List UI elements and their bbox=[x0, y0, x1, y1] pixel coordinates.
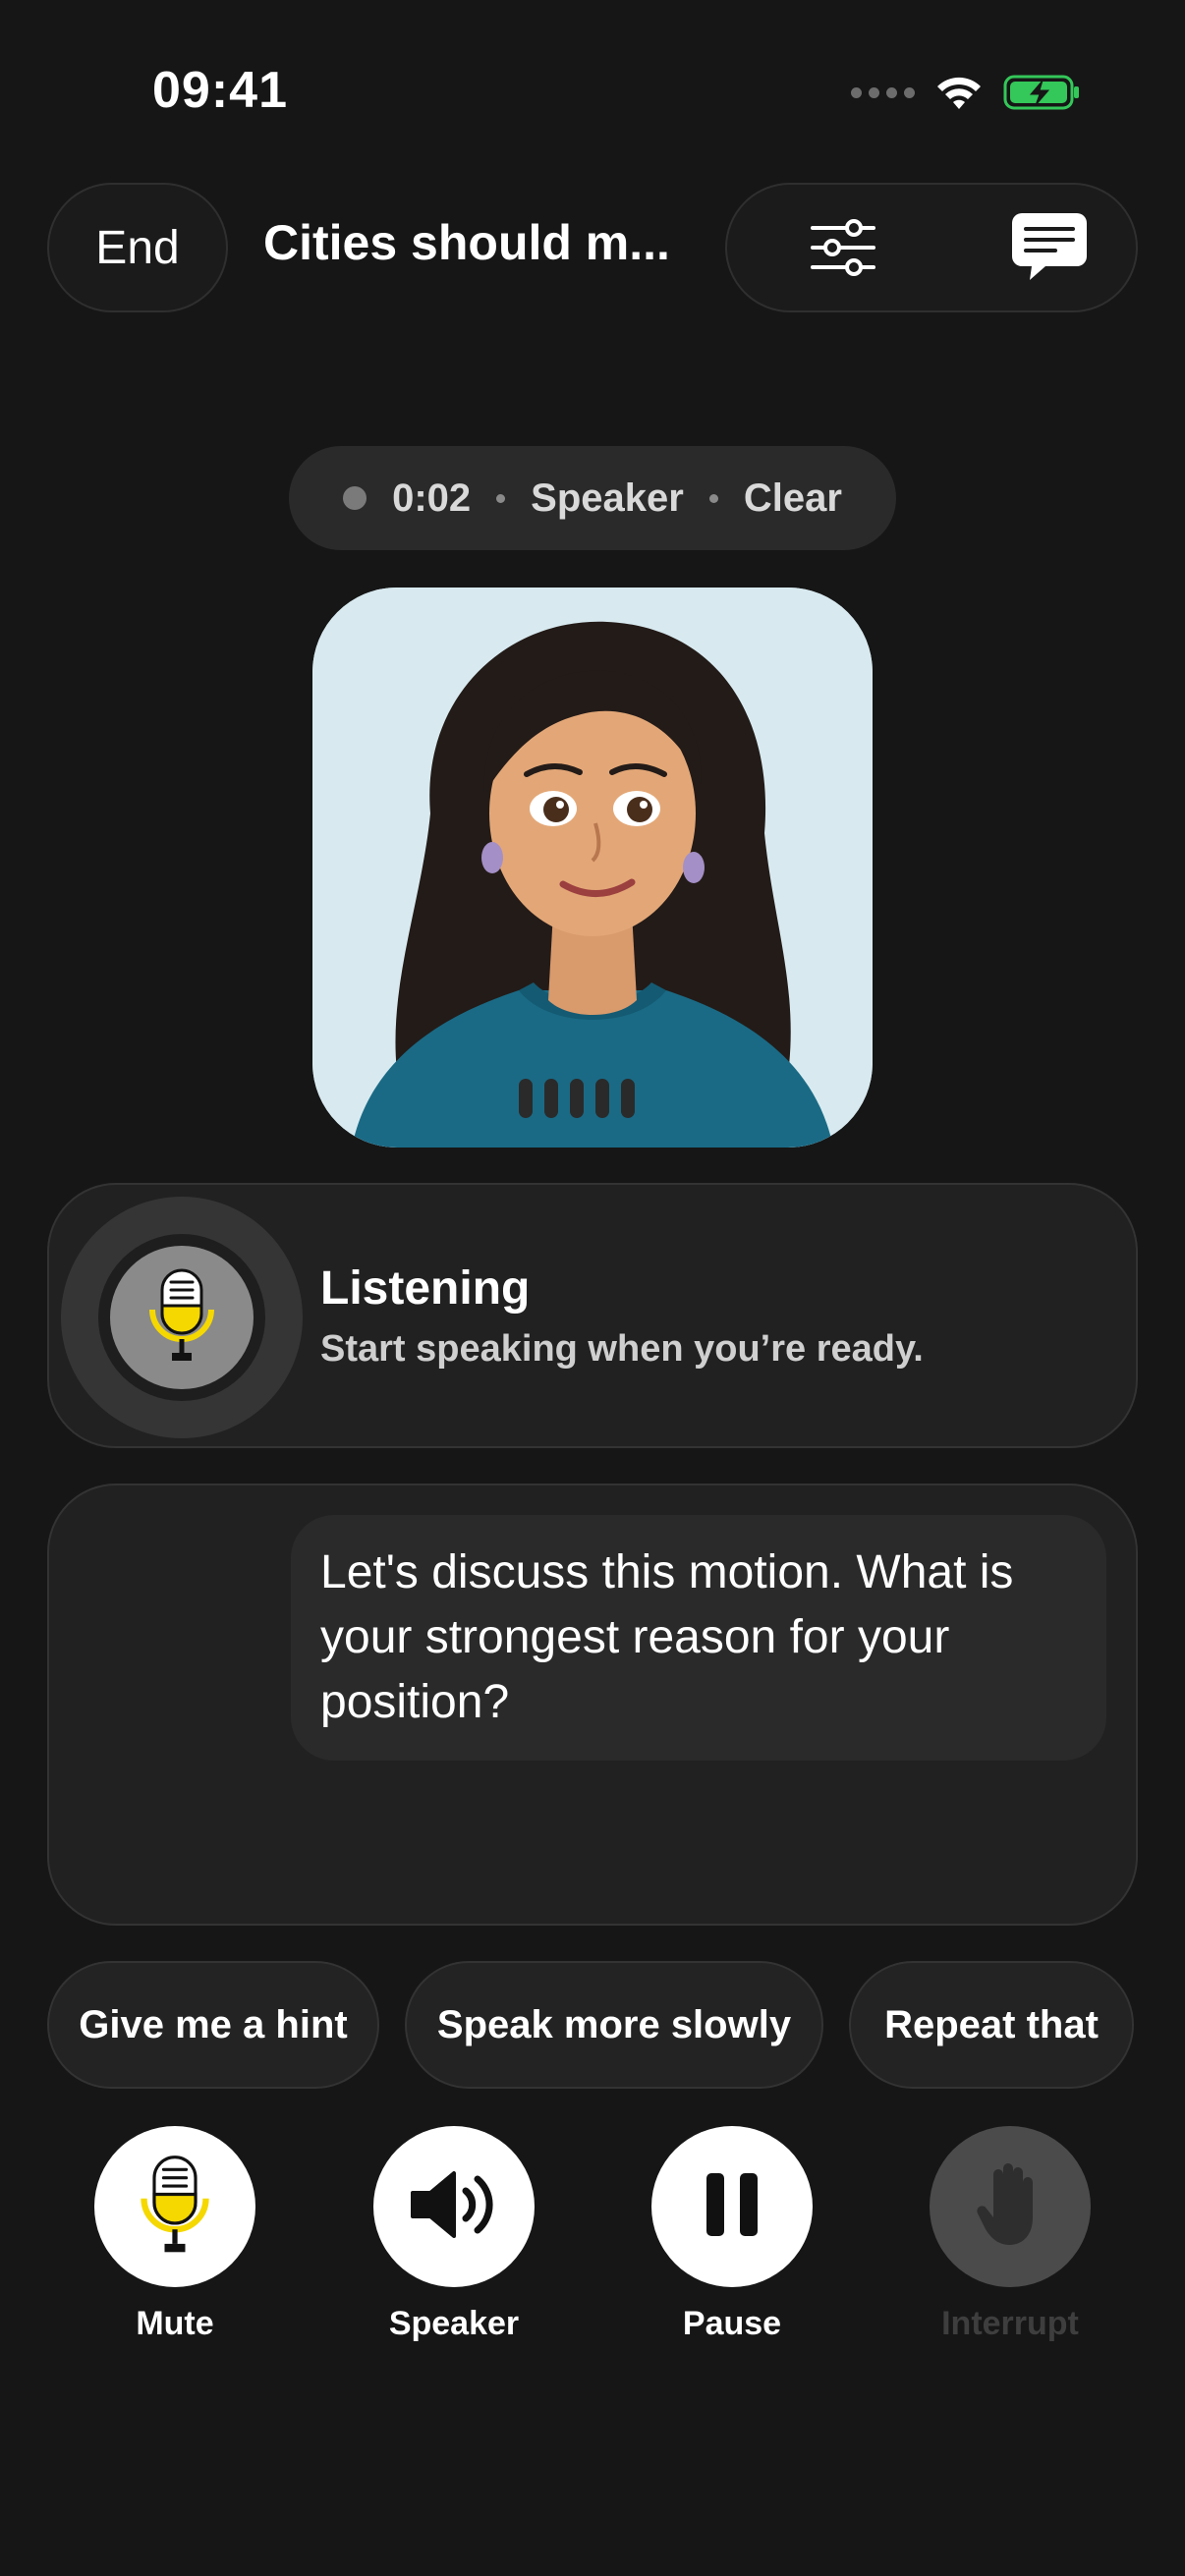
repeat-button[interactable]: Repeat that bbox=[849, 1961, 1134, 2089]
wifi-icon bbox=[934, 74, 984, 111]
transcript-panel[interactable]: Let's discuss this motion. What is your … bbox=[47, 1484, 1138, 1926]
cellular-signal-icon bbox=[851, 86, 915, 98]
microphone-icon bbox=[134, 2150, 216, 2265]
session-timer: 0:02 bbox=[392, 476, 472, 520]
speak-slowly-button[interactable]: Speak more slowly bbox=[405, 1961, 823, 2089]
hand-icon bbox=[974, 2160, 1046, 2254]
assistant-message-bubble: Let's discuss this motion. What is your … bbox=[291, 1515, 1106, 1761]
give-hint-button[interactable]: Give me a hint bbox=[47, 1961, 379, 2089]
settings-button[interactable] bbox=[784, 214, 902, 285]
mute-button[interactable] bbox=[94, 2126, 255, 2287]
separator-dot bbox=[496, 493, 506, 503]
avatar bbox=[312, 588, 873, 1148]
session-status-pill: 0:02 Speaker Clear bbox=[289, 446, 896, 550]
interrupt-button[interactable] bbox=[930, 2126, 1091, 2287]
status-bar: 09:41 bbox=[0, 0, 1185, 187]
voice-conversation-screen: 09:41 End Cities should m... 0:02 Speake… bbox=[0, 0, 1185, 2576]
interrupt-control[interactable]: Interrupt bbox=[930, 2126, 1091, 2343]
mic-level-ring bbox=[61, 1197, 303, 1438]
status-time: 09:41 bbox=[152, 62, 288, 119]
pause-button[interactable] bbox=[651, 2126, 813, 2287]
interrupt-label: Interrupt bbox=[941, 2305, 1079, 2342]
pause-control[interactable]: Pause bbox=[651, 2126, 813, 2343]
chat-button[interactable] bbox=[990, 208, 1108, 291]
listening-title: Listening bbox=[320, 1262, 531, 1315]
pause-label: Pause bbox=[682, 2305, 782, 2342]
chat-bubble-icon bbox=[1010, 211, 1089, 289]
status-icons bbox=[851, 73, 1082, 112]
top-actions-group bbox=[725, 183, 1138, 312]
end-button[interactable]: End bbox=[47, 183, 228, 312]
battery-charging-icon bbox=[1003, 73, 1082, 112]
session-audio-state: Clear bbox=[743, 476, 842, 520]
speaker-icon bbox=[407, 2165, 501, 2249]
separator-dot bbox=[708, 493, 718, 503]
speaker-button[interactable] bbox=[373, 2126, 535, 2287]
mute-label: Mute bbox=[136, 2305, 214, 2342]
conversation-title: Cities should m... bbox=[263, 215, 670, 270]
pause-icon bbox=[705, 2171, 760, 2243]
listening-mic-button[interactable] bbox=[110, 1246, 254, 1389]
listening-status-card: Listening Start speaking when you’re rea… bbox=[47, 1183, 1138, 1448]
sliders-icon bbox=[809, 218, 877, 282]
microphone-icon bbox=[142, 1266, 221, 1370]
listening-subtitle: Start speaking when you’re ready. bbox=[320, 1328, 924, 1370]
recording-indicator bbox=[343, 486, 367, 510]
mute-control[interactable]: Mute bbox=[94, 2126, 255, 2343]
speaker-control[interactable]: Speaker bbox=[373, 2126, 535, 2343]
session-mode: Speaker bbox=[531, 476, 684, 520]
speaker-label: Speaker bbox=[388, 2305, 520, 2342]
